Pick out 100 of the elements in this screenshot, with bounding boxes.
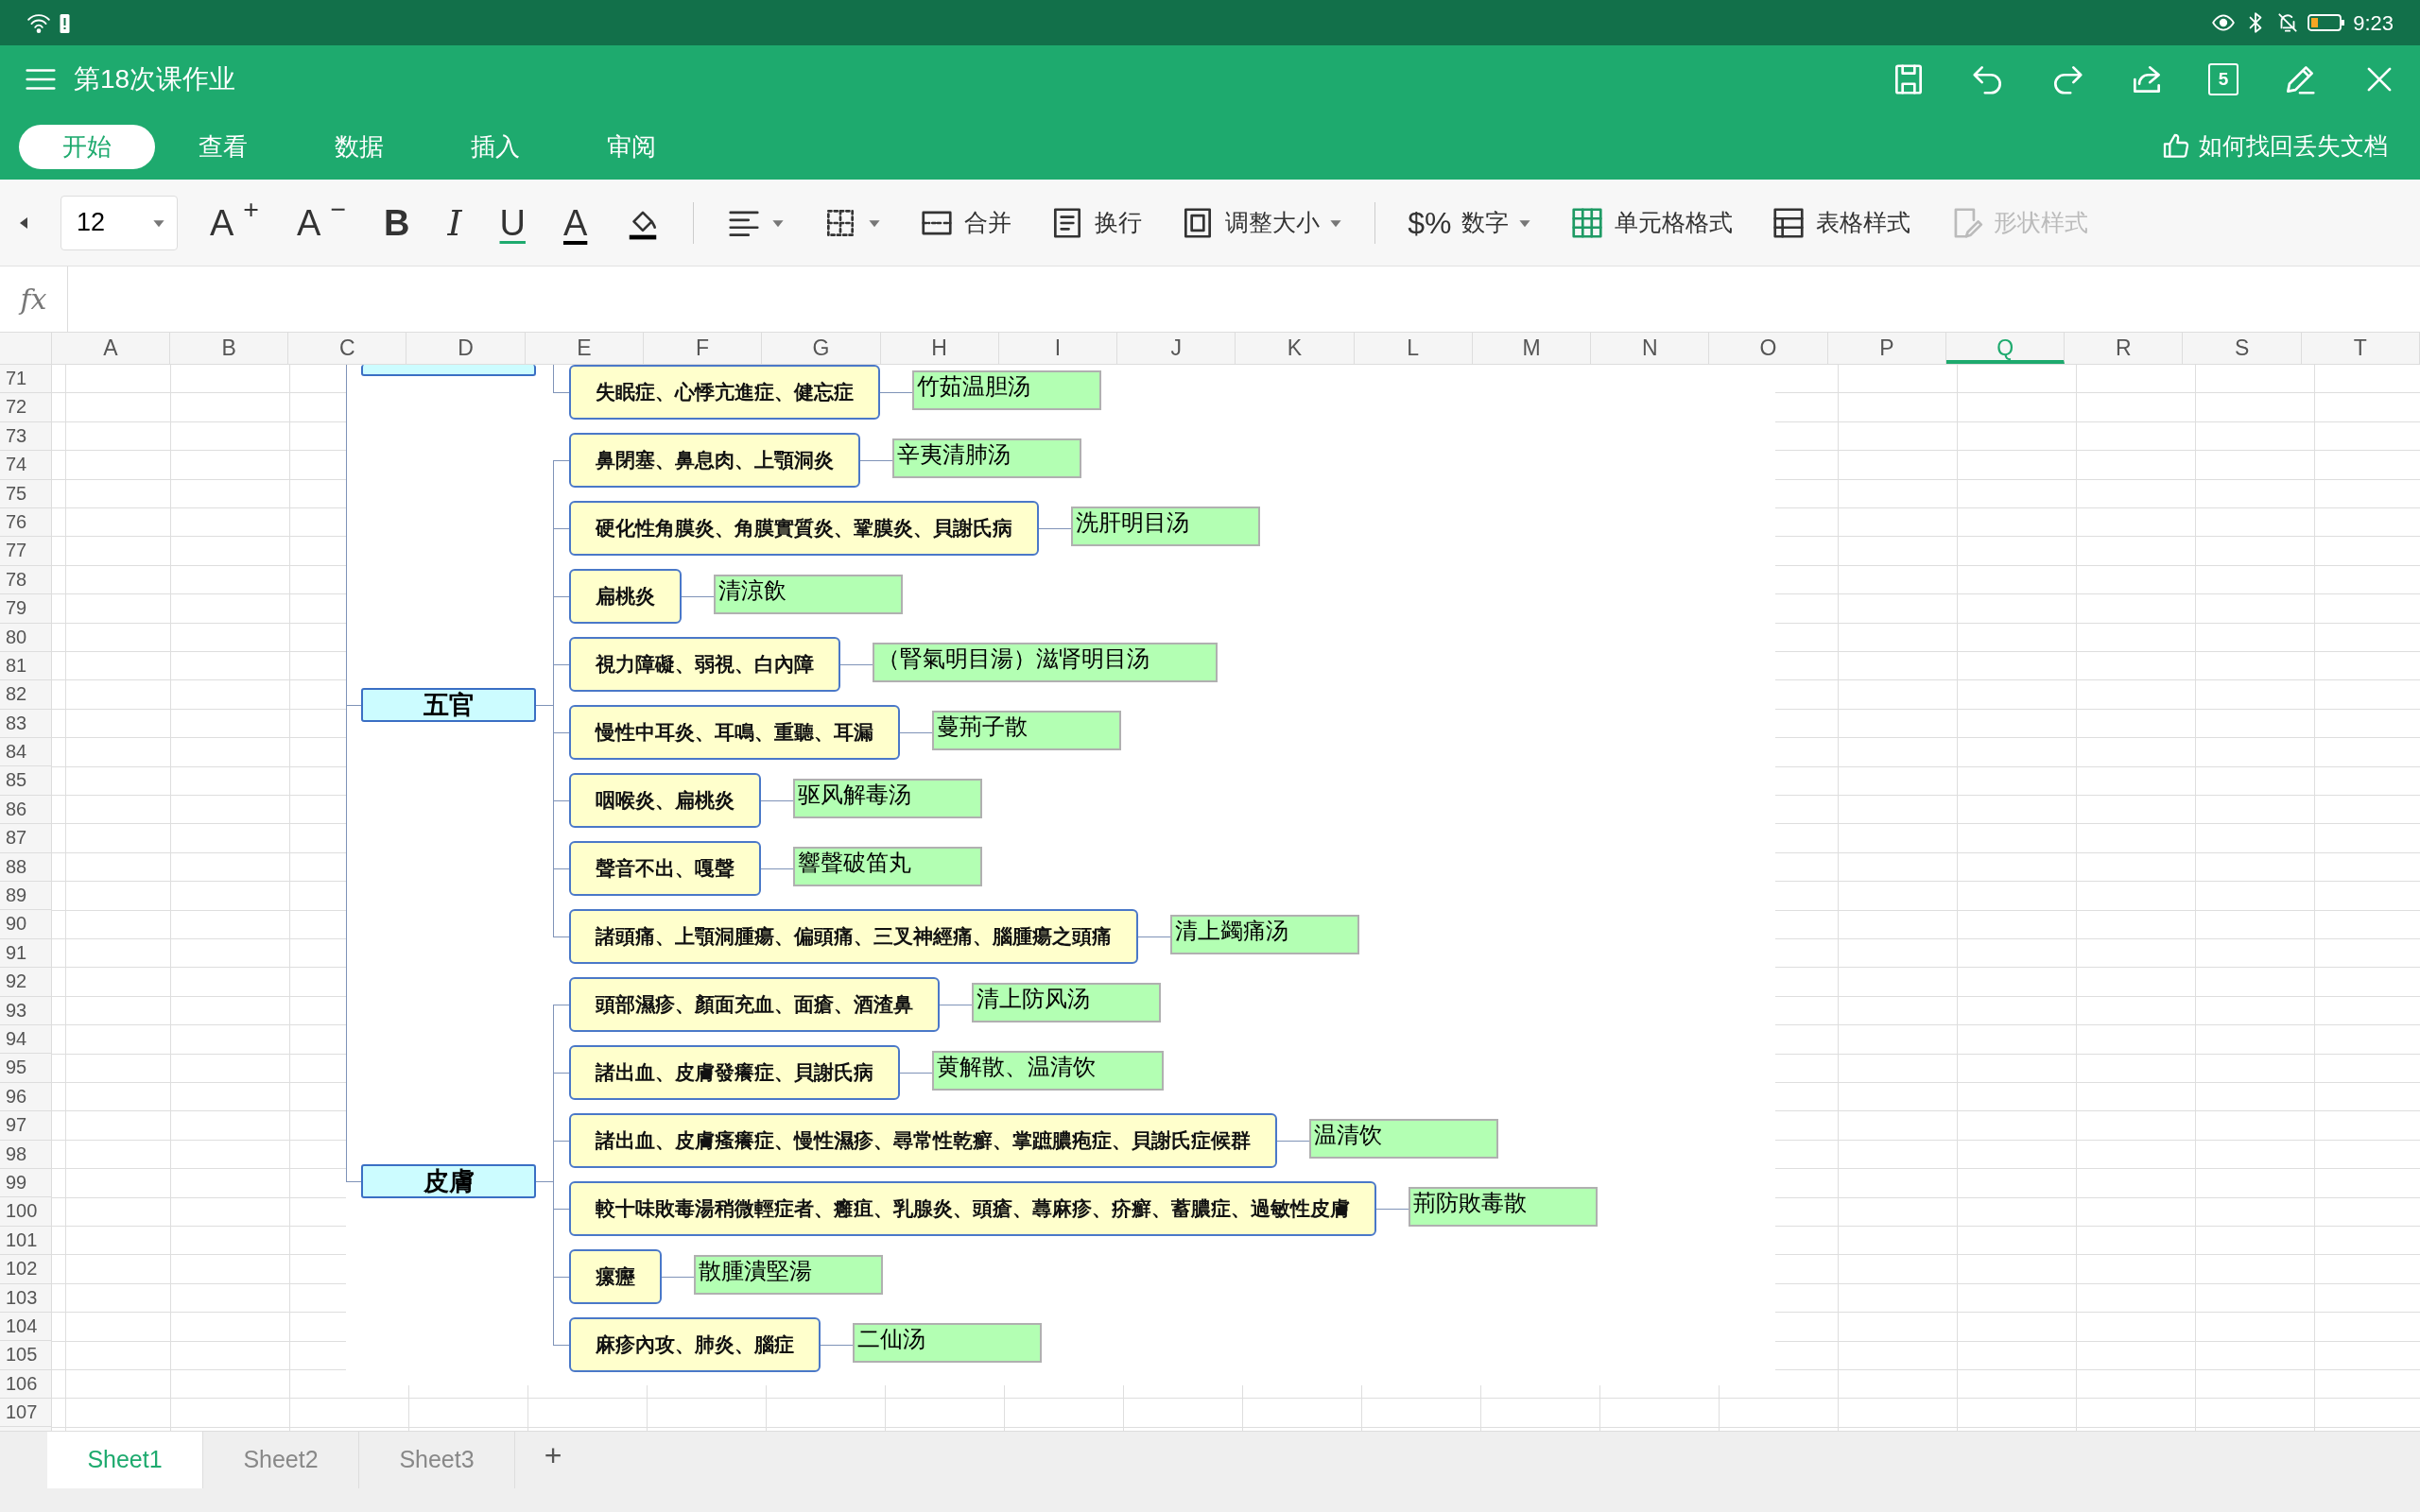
column-header[interactable]: E [525, 333, 644, 364]
column-header[interactable]: A [51, 333, 170, 364]
remedy-label: 二仙汤 [853, 1323, 1042, 1363]
row-header[interactable]: 78 [0, 565, 51, 595]
remedy-label: 響聲破笛丸 [793, 847, 982, 886]
column-header[interactable]: B [169, 333, 289, 364]
column-header[interactable]: C [288, 333, 407, 364]
italic-button[interactable]: I [441, 204, 468, 241]
table-button[interactable]: 表格样式 [1764, 204, 1916, 241]
row-header[interactable]: 105 [0, 1341, 51, 1370]
symptom-node: 鼻閉塞、鼻息肉、上顎洞炎 [569, 433, 860, 488]
row-header[interactable]: 95 [0, 1054, 51, 1083]
remedy-label: 清上蠲痛汤 [1170, 915, 1359, 954]
row-header[interactable]: 89 [0, 882, 51, 911]
connector-line [761, 800, 793, 801]
remedy-label: 洗肝明目汤 [1071, 507, 1260, 546]
bold-button[interactable]: B [378, 204, 416, 241]
resize-button[interactable]: 调整大小 [1174, 204, 1349, 241]
column-header[interactable]: L [1354, 333, 1473, 364]
column-header[interactable]: G [762, 333, 881, 364]
column-header[interactable]: P [1827, 333, 1946, 364]
row-header[interactable]: 94 [0, 1025, 51, 1055]
row-header[interactable]: 99 [0, 1168, 51, 1198]
wrap-button[interactable]: 换行 [1044, 204, 1149, 241]
row-header[interactable]: 71 [0, 365, 51, 394]
symptom-node: 扁桃炎 [569, 569, 682, 624]
row-header[interactable]: 100 [0, 1197, 51, 1227]
column-header[interactable]: R [2065, 333, 2184, 364]
symptom-node: 麻疹內攻、肺炎、腦症 [569, 1317, 821, 1372]
battery-icon [2308, 12, 2346, 33]
row-header[interactable]: 73 [0, 421, 51, 452]
row-header[interactable]: 92 [0, 968, 51, 997]
connector-line [821, 1345, 853, 1346]
column-header[interactable]: S [2183, 333, 2302, 364]
font-size-select[interactable]: 12 [60, 195, 178, 250]
remedy-label: 清上防风汤 [972, 983, 1161, 1022]
row-header[interactable]: 107 [0, 1399, 51, 1428]
row-header[interactable]: 77 [0, 537, 51, 566]
row-header[interactable]: 82 [0, 680, 51, 710]
row-header[interactable]: 83 [0, 709, 51, 739]
row-header[interactable]: 106 [0, 1369, 51, 1400]
row-header[interactable]: 90 [0, 910, 51, 939]
connector-line [860, 460, 892, 461]
column-header[interactable]: M [1472, 333, 1592, 364]
symptom-node: 慢性中耳炎、耳鳴、重聽、耳漏 [569, 705, 900, 760]
remedy-label: （腎氣明目湯）滋肾明目汤 [873, 643, 1218, 682]
connector-line [662, 1277, 694, 1278]
connector-line [1376, 1209, 1409, 1210]
number-format-button[interactable]: $% 数字 [1402, 204, 1537, 241]
connector-line [1277, 1141, 1309, 1142]
merge-button[interactable]: 合并 [913, 204, 1018, 241]
remedy-label: 散腫潰堅湯 [694, 1255, 883, 1295]
row-header[interactable]: 85 [0, 766, 51, 796]
column-header[interactable]: D [406, 333, 526, 364]
row-header[interactable]: 102 [0, 1255, 51, 1284]
font-color-button[interactable]: A [557, 204, 594, 241]
column-header[interactable]: O [1709, 333, 1828, 364]
row-header[interactable]: 93 [0, 996, 51, 1025]
row-header[interactable]: 74 [0, 451, 51, 480]
row-header[interactable]: 96 [0, 1082, 51, 1112]
grid-button[interactable]: 单元格格式 [1563, 204, 1738, 241]
row-header[interactable]: 81 [0, 651, 51, 681]
column-header[interactable]: I [998, 333, 1118, 364]
row-header[interactable]: 75 [0, 479, 51, 508]
column-header[interactable]: N [1591, 333, 1710, 364]
column-header[interactable]: J [1117, 333, 1236, 364]
row-header[interactable]: 76 [0, 507, 51, 538]
column-header[interactable]: K [1236, 333, 1355, 364]
row-header[interactable]: 88 [0, 852, 51, 883]
row-header[interactable]: 84 [0, 738, 51, 767]
row-header[interactable]: 80 [0, 623, 51, 652]
column-header[interactable]: F [644, 333, 763, 364]
row-header[interactable]: 72 [0, 393, 51, 422]
clock-time: 9:23 [2353, 9, 2394, 37]
row-header[interactable]: 91 [0, 938, 51, 969]
symptom-node: 聲音不出、嘎聲 [569, 841, 761, 896]
row-header[interactable]: 104 [0, 1312, 51, 1342]
row-header[interactable]: 101 [0, 1226, 51, 1256]
symptom-node: 失眠症、心悸亢進症、健忘症 [569, 365, 880, 420]
underline-button[interactable]: U [493, 204, 531, 241]
category-node: 五官 [361, 688, 536, 722]
add-sheet-button[interactable]: + [515, 1432, 591, 1479]
row-header[interactable]: 97 [0, 1111, 51, 1141]
row-header[interactable]: 103 [0, 1283, 51, 1313]
font-grow-button[interactable]: A$^{+}$ [204, 204, 265, 241]
row-header[interactable]: 86 [0, 795, 51, 825]
row-header[interactable]: 79 [0, 594, 51, 624]
remedy-label: 竹茹温胆汤 [912, 370, 1101, 410]
column-header[interactable]: H [880, 333, 999, 364]
remedy-label: 荊防敗毒散 [1409, 1187, 1598, 1227]
remedy-label: 辛夷清肺汤 [892, 438, 1081, 478]
font-shrink-button[interactable]: A$^{−}$ [291, 204, 353, 241]
remedy-label: 蔓荊子散 [932, 711, 1121, 750]
row-header[interactable]: 98 [0, 1140, 51, 1169]
row-header[interactable]: 87 [0, 824, 51, 853]
column-header[interactable]: T [2301, 333, 2420, 364]
symptom-node: 瘰癧 [569, 1249, 662, 1304]
connector-line [900, 1073, 932, 1074]
symptom-node: 諸出血、皮膚發癢症、貝謝氏病 [569, 1045, 900, 1100]
connector-line [1039, 528, 1071, 529]
